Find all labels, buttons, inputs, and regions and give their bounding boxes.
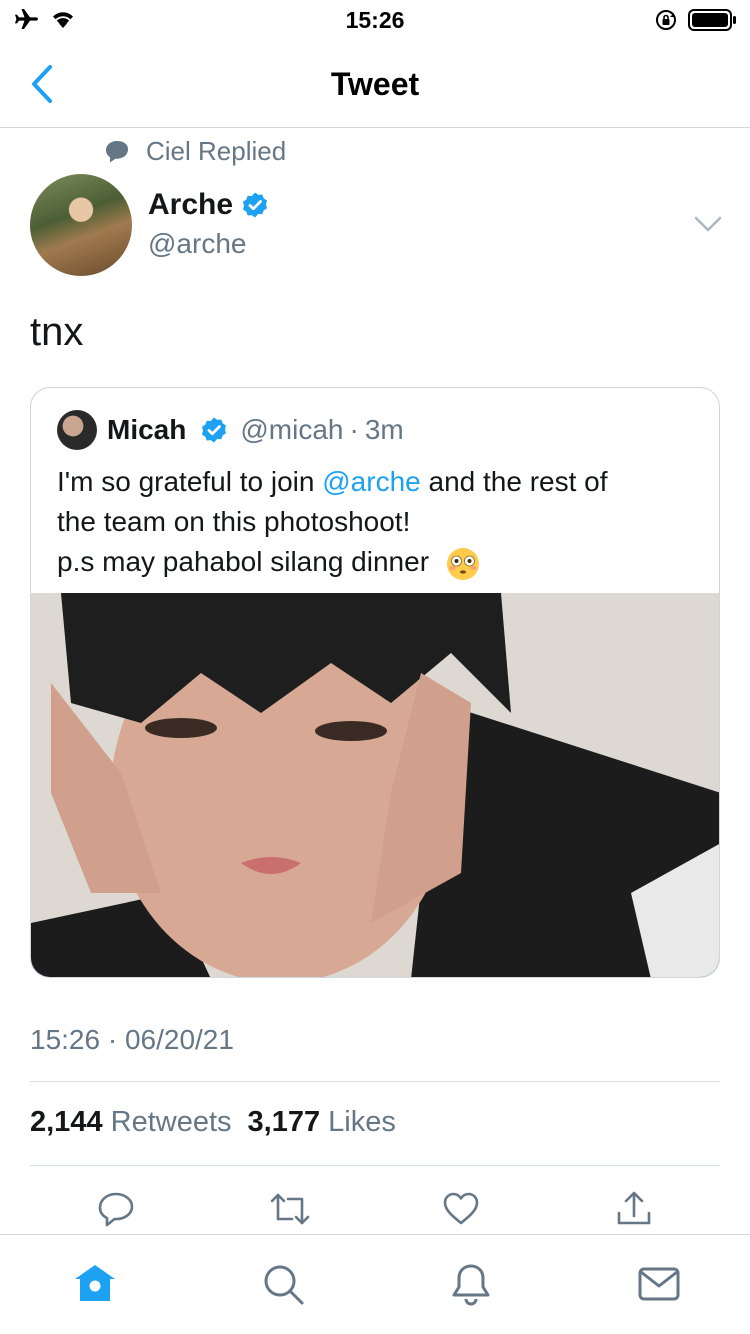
messages-icon [638,1267,680,1301]
notifications-icon [452,1264,490,1306]
quoted-mention-link[interactable]: @arche [322,466,420,497]
more-options-button[interactable] [692,212,724,236]
chevron-down-icon [694,216,722,232]
tab-home[interactable] [70,1259,120,1309]
quoted-line3: p.s may pahabol silang dinner [57,546,430,577]
status-bar: 15:26 [0,0,750,40]
social-context[interactable]: Ciel Replied [104,136,286,167]
search-icon [264,1265,304,1305]
flushed-emoji-icon [446,547,479,580]
like-icon [443,1192,479,1225]
photo-image [31,593,719,977]
tab-notifications[interactable] [446,1259,496,1309]
tab-bar [0,1234,750,1334]
status-time: 15:26 [345,7,405,33]
author-handle[interactable]: @arche [148,228,246,260]
tab-messages[interactable] [634,1259,684,1309]
quoted-photo[interactable] [31,593,719,977]
page-title: Tweet [330,66,420,102]
verified-badge-icon [202,417,227,443]
tweet-actions [0,1184,750,1234]
likes-label: Likes [328,1106,396,1138]
reply-icon [98,1192,134,1227]
likes-count: 3,177 [247,1106,321,1138]
share-button[interactable] [609,1184,659,1234]
battery-icon [688,9,736,31]
social-context-label: Ciel Replied [146,136,287,166]
divider [30,1165,720,1166]
quoted-time: 3m [364,414,404,445]
tweet-text: tnx [30,310,84,354]
author-avatar[interactable] [30,174,132,276]
quoted-name: Micah [107,414,187,445]
author-name-row[interactable]: Arche [148,188,269,222]
author-name: Arche [148,188,234,221]
like-button[interactable] [436,1184,486,1234]
retweet-button[interactable] [265,1184,315,1234]
retweets-count: 2,144 [30,1106,103,1138]
retweet-icon [270,1193,310,1225]
share-icon [617,1191,651,1225]
quoted-text: I'm so grateful to join @arche and the r… [57,462,697,582]
likes-stat[interactable]: 3,177 Likes [248,1106,398,1139]
retweets-label: Retweets [110,1106,232,1138]
tweet-stats: 2,144 Retweets 3,177 Likes [30,1106,398,1139]
rotation-lock-icon [656,10,676,30]
home-icon [75,1265,115,1301]
status-right [654,8,738,32]
tab-search[interactable] [258,1259,308,1309]
reply-bubble-icon [106,140,128,162]
divider [30,1081,720,1082]
quoted-line2: the team on this photoshoot! [57,506,411,537]
tweet-timestamp: 15:26 · 06/20/21 [30,1024,234,1055]
quoted-handle: @micah [240,414,344,445]
quoted-header: Micah @micah · 3m [107,414,404,446]
quoted-separator: · [349,414,359,445]
retweets-stat[interactable]: 2,144 Retweets [30,1106,234,1139]
reply-button[interactable] [91,1184,141,1234]
nav-bar: Tweet [0,40,750,128]
quoted-line1-prefix: I'm so grateful to join [57,466,323,497]
quoted-tweet[interactable]: Micah @micah · 3m I'm so grateful to joi… [30,387,720,978]
verified-badge-icon [243,192,268,218]
quoted-line1-suffix: and the rest of [420,466,608,497]
quoted-avatar[interactable] [57,410,97,450]
